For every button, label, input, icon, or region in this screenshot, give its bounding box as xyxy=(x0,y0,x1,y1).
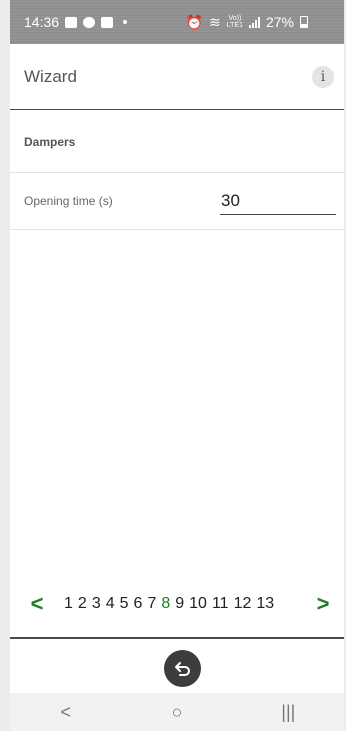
battery-percent: 27% xyxy=(265,14,294,30)
page-number-12[interactable]: 12 xyxy=(234,595,252,613)
alarm-icon: ⏰ xyxy=(185,13,204,30)
page-title: Wizard xyxy=(24,66,77,86)
page-number-6[interactable]: 6 xyxy=(134,595,143,613)
messenger-icon xyxy=(83,16,96,28)
opening-time-label: Opening time (s) xyxy=(24,194,113,208)
back-button[interactable] xyxy=(164,650,201,687)
bottom-divider xyxy=(10,637,344,639)
page-number-7[interactable]: 7 xyxy=(147,595,156,613)
opening-time-input[interactable] xyxy=(220,190,336,215)
info-icon[interactable]: i xyxy=(312,65,334,88)
page-numbers: 1 2 3 4 5 6 7 8 9 10 11 12 13 xyxy=(64,595,274,613)
previous-page-button[interactable]: < xyxy=(22,591,52,617)
status-bar: 14:36 ⏰ ≋ Vo)) LTE1 27% xyxy=(10,0,344,44)
page-number-1[interactable]: 1 xyxy=(64,595,73,613)
next-page-button[interactable]: > xyxy=(308,591,338,617)
page-number-11[interactable]: 11 xyxy=(212,595,229,613)
page-number-5[interactable]: 5 xyxy=(120,595,129,613)
system-home-button[interactable]: ○ xyxy=(157,702,197,723)
page-number-2[interactable]: 2 xyxy=(78,595,87,613)
system-back-button[interactable]: < xyxy=(46,702,86,723)
lte-indicator: Vo)) LTE1 xyxy=(226,15,243,29)
page-number-8[interactable]: 8 xyxy=(161,595,170,613)
more-notifications-dot-icon xyxy=(123,20,128,24)
app-header: Wizard i xyxy=(10,44,344,110)
page-number-13[interactable]: 13 xyxy=(256,595,274,613)
system-recents-button[interactable]: ||| xyxy=(268,702,308,723)
gallery-icon xyxy=(65,16,78,28)
wifi-icon: ≋ xyxy=(209,13,221,30)
screen-frame-left xyxy=(0,0,10,731)
system-nav-bar: < ○ ||| xyxy=(10,693,344,731)
status-time: 14:36 xyxy=(24,14,60,30)
section-title: Dampers xyxy=(10,111,344,173)
signal-icon xyxy=(248,16,260,28)
undo-arrow-icon xyxy=(174,661,190,676)
page-number-9[interactable]: 9 xyxy=(175,595,184,613)
wizard-pager: < 1 2 3 4 5 6 7 8 9 10 11 12 13 > xyxy=(10,588,344,620)
notification-icon xyxy=(101,16,114,28)
page-number-4[interactable]: 4 xyxy=(106,595,115,613)
page-number-10[interactable]: 10 xyxy=(189,595,207,613)
battery-icon xyxy=(300,16,308,28)
page-number-3[interactable]: 3 xyxy=(92,595,101,613)
opening-time-row: Opening time (s) xyxy=(10,174,344,230)
